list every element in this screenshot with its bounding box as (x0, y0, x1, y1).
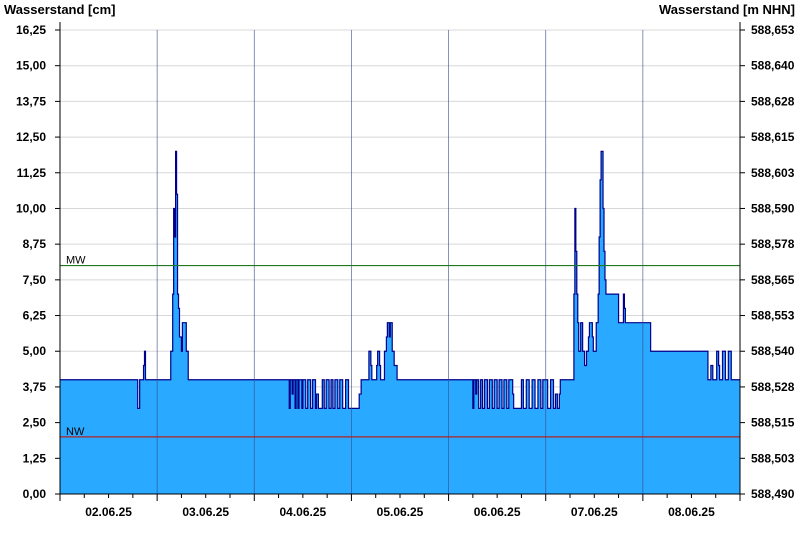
right-tick-label: 588,490 (751, 487, 795, 501)
left-tick-label: 13,75 (16, 94, 46, 108)
x-axis-ticks: 02.06.25 03.06.25 04.06.25 05.06.25 06.06.25… (59, 494, 741, 519)
right-tick-label: 588,540 (751, 344, 795, 358)
x-tick-label: 04.06.25 (279, 505, 326, 519)
left-tick-label: 12,50 (16, 130, 46, 144)
right-tick-label: 588,653 (751, 23, 795, 37)
left-tick-label: 16,25 (16, 23, 46, 37)
left-tick-label: 0,00 (23, 487, 47, 501)
x-tick-label: 03.06.25 (182, 505, 229, 519)
right-tick-label: 588,528 (751, 380, 795, 394)
left-tick-label: 15,00 (16, 59, 46, 73)
water-level-series (60, 150, 740, 494)
right-tick-label: 588,565 (751, 273, 795, 287)
x-tick-label: 08.06.25 (668, 505, 715, 519)
left-tick-label: 1,25 (23, 451, 47, 465)
reference-label-nw: NW (66, 426, 85, 438)
left-tick-label: 6,25 (23, 309, 47, 323)
right-tick-label: 588,590 (751, 201, 795, 215)
left-tick-label: 3,75 (23, 380, 47, 394)
right-tick-label: 588,503 (751, 451, 795, 465)
left-axis-title: Wasserstand [cm] (4, 2, 116, 17)
left-tick-label: 2,50 (23, 416, 47, 430)
right-tick-label: 588,553 (751, 309, 795, 323)
x-tick-label: 05.06.25 (377, 505, 424, 519)
right-axis-title: Wasserstand [m NHN] (659, 2, 795, 17)
right-tick-label: 588,603 (751, 166, 795, 180)
x-tick-label: 07.06.25 (571, 505, 618, 519)
right-tick-label: 588,615 (751, 130, 795, 144)
reference-label-mw: MW (66, 255, 86, 267)
left-tick-label: 11,25 (17, 166, 47, 180)
right-tick-label: 588,515 (751, 416, 795, 430)
left-tick-label: 7,50 (23, 273, 47, 287)
left-axis-ticks: 0,00 1,25 2,50 3,75 5,00 6,25 7,50 8,75 10,00 11,… (16, 23, 60, 501)
left-tick-label: 8,75 (23, 237, 47, 251)
right-tick-label: 588,640 (751, 59, 795, 73)
water-level-chart: Wasserstand [cm] Wasserstand [m NHN] MW N… (4, 2, 795, 519)
left-tick-label: 10,00 (16, 201, 46, 215)
x-tick-label: 06.06.25 (474, 505, 521, 519)
right-tick-label: 588,578 (751, 237, 795, 251)
right-tick-label: 588,628 (751, 94, 795, 108)
left-tick-label: 5,00 (23, 344, 47, 358)
x-tick-label: 02.06.25 (85, 505, 132, 519)
right-axis-ticks: 588,490 588,503 588,515 588,528 588,540 588,5… (740, 23, 795, 501)
